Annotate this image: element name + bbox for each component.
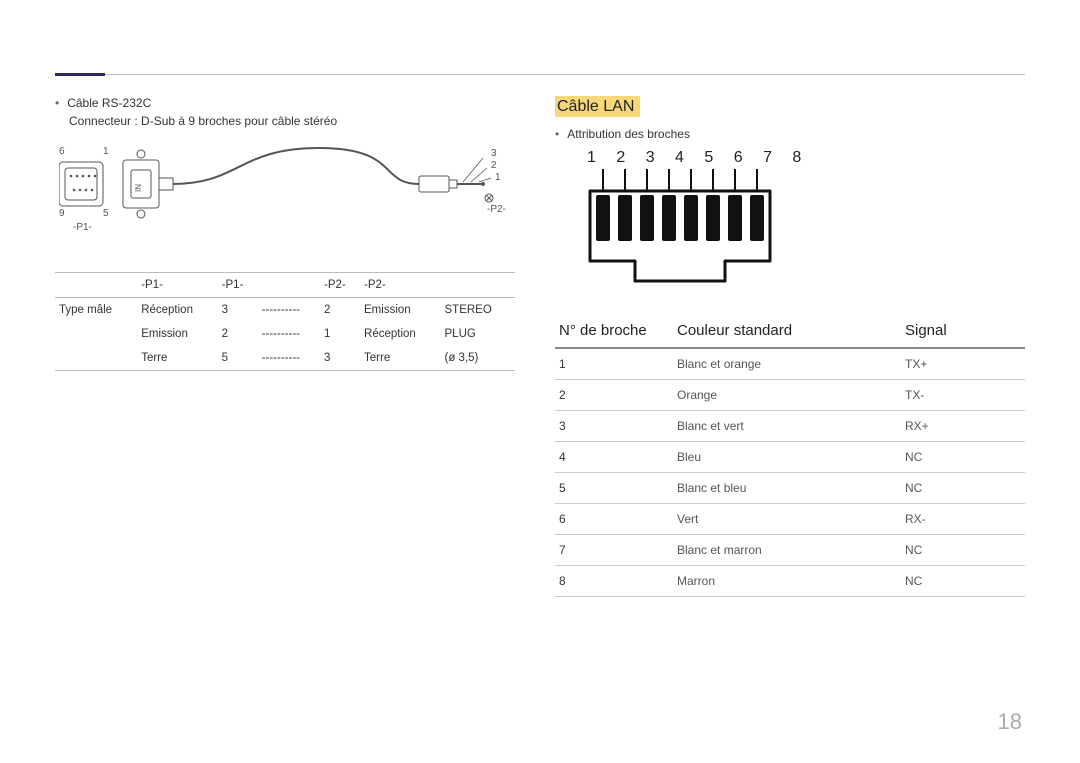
- rs232-diagram: IN: [59, 140, 515, 260]
- rs232-cell: 1: [320, 322, 360, 346]
- rs232-table: -P1- -P1- -P2- -P2- Type mâle Réception …: [55, 272, 515, 371]
- lan-cell: Blanc et orange: [673, 348, 901, 380]
- rs232-row: Terre 5 ---------- 3 Terre (ø 3,5): [55, 346, 515, 371]
- rs232-cell: [55, 346, 137, 371]
- lan-cell: Blanc et marron: [673, 535, 901, 566]
- columns: Câble RS-232C Connecteur : D-Sub à 9 bro…: [55, 0, 1025, 597]
- rs232-cell: Terre: [360, 346, 440, 371]
- rs232-cell: ----------: [258, 322, 320, 346]
- lan-cell: Blanc et vert: [673, 411, 901, 442]
- rs232-cell: ----------: [258, 346, 320, 371]
- rs232-row: Emission 2 ---------- 1 Réception PLUG: [55, 322, 515, 346]
- lan-cell: NC: [901, 473, 1025, 504]
- page: Câble RS-232C Connecteur : D-Sub à 9 bro…: [0, 0, 1080, 763]
- rs232-cell: Terre: [137, 346, 217, 371]
- dsub-p1-label: -P1-: [73, 222, 92, 233]
- accent-bar: [55, 73, 105, 76]
- rs232-bullet: Câble RS-232C: [55, 96, 515, 110]
- rs232-cell: 2: [218, 322, 258, 346]
- rs232-cell: 3: [218, 298, 258, 323]
- lan-row: 2 Orange TX-: [555, 380, 1025, 411]
- rs232-cell: 3: [320, 346, 360, 371]
- rs232-cell: 5: [218, 346, 258, 371]
- lan-h-signal: Signal: [901, 314, 1025, 348]
- rs232-svg: IN: [59, 140, 499, 240]
- lan-cell: NC: [901, 535, 1025, 566]
- lan-cell: RX+: [901, 411, 1025, 442]
- rs232-cell: (ø 3,5): [441, 346, 516, 371]
- dsub-pin-5: 5: [103, 208, 109, 219]
- rj45-svg: [585, 169, 775, 289]
- rs232-cell: Réception: [360, 322, 440, 346]
- lan-cell: NC: [901, 566, 1025, 597]
- rs232-cell: Type mâle: [55, 298, 137, 323]
- rs232-cell: STEREO: [441, 298, 516, 323]
- right-column: Câble LAN Attribution des broches 1 2 3 …: [555, 96, 1025, 597]
- lan-cell: 7: [555, 535, 673, 566]
- rs232-h-p1b: -P1-: [218, 273, 258, 298]
- lan-table: N° de broche Couleur standard Signal 1 B…: [555, 314, 1025, 597]
- plug-p2-label: -P2-: [487, 204, 506, 215]
- rs232-cell: 2: [320, 298, 360, 323]
- rs232-cell: Réception: [137, 298, 217, 323]
- lan-row: 7 Blanc et marron NC: [555, 535, 1025, 566]
- page-number: 18: [998, 709, 1022, 735]
- rj45-pin-numbers: 1 2 3 4 5 6 7 8: [587, 149, 1025, 167]
- lan-cell: TX+: [901, 348, 1025, 380]
- plug-pin-1: 1: [495, 172, 501, 183]
- lan-row: 8 Marron NC: [555, 566, 1025, 597]
- lan-row: 4 Bleu NC: [555, 442, 1025, 473]
- lan-cell: Blanc et bleu: [673, 473, 901, 504]
- lan-cell: 2: [555, 380, 673, 411]
- lan-cell: 8: [555, 566, 673, 597]
- rs232-header-row: -P1- -P1- -P2- -P2-: [55, 273, 515, 298]
- plug-pin-2: 2: [491, 160, 497, 171]
- rs232-cell: ----------: [258, 298, 320, 323]
- rs232-connector-text: Connecteur : D-Sub à 9 broches pour câbl…: [69, 114, 515, 128]
- lan-cell: 3: [555, 411, 673, 442]
- rs232-cell: Emission: [137, 322, 217, 346]
- rs232-cell: Emission: [360, 298, 440, 323]
- rs232-h-p2a: -P2-: [320, 273, 360, 298]
- left-column: Câble RS-232C Connecteur : D-Sub à 9 bro…: [55, 96, 515, 597]
- lan-row: 3 Blanc et vert RX+: [555, 411, 1025, 442]
- dsub-pin-9: 9: [59, 208, 65, 219]
- lan-cell: Vert: [673, 504, 901, 535]
- lan-row: 6 Vert RX-: [555, 504, 1025, 535]
- lan-row: 1 Blanc et orange TX+: [555, 348, 1025, 380]
- lan-cell: Bleu: [673, 442, 901, 473]
- rs232-h-p1a: -P1-: [137, 273, 217, 298]
- rs232-cell: PLUG: [441, 322, 516, 346]
- lan-cell: Orange: [673, 380, 901, 411]
- rs232-row: Type mâle Réception 3 ---------- 2 Emiss…: [55, 298, 515, 323]
- rj45-diagram: 1 2 3 4 5 6 7 8: [585, 149, 1025, 292]
- plug-pin-3: 3: [491, 148, 497, 159]
- lan-cell: 1: [555, 348, 673, 380]
- lan-cell: Marron: [673, 566, 901, 597]
- dsub-pin-1: 1: [103, 146, 109, 157]
- lan-cell: RX-: [901, 504, 1025, 535]
- svg-text:IN: IN: [134, 184, 143, 192]
- dsub-pin-6: 6: [59, 146, 65, 157]
- lan-cell: NC: [901, 442, 1025, 473]
- lan-header-row: N° de broche Couleur standard Signal: [555, 314, 1025, 348]
- lan-row: 5 Blanc et bleu NC: [555, 473, 1025, 504]
- lan-bullet: Attribution des broches: [555, 127, 1025, 141]
- lan-cell: 6: [555, 504, 673, 535]
- rs232-cell: [55, 322, 137, 346]
- lan-h-pin: N° de broche: [555, 314, 673, 348]
- lan-cell: 5: [555, 473, 673, 504]
- lan-h-color: Couleur standard: [673, 314, 901, 348]
- lan-cell: 4: [555, 442, 673, 473]
- lan-cell: TX-: [901, 380, 1025, 411]
- rs232-h-p2b: -P2-: [360, 273, 440, 298]
- lan-heading: Câble LAN: [555, 96, 640, 117]
- top-rule: [55, 74, 1025, 75]
